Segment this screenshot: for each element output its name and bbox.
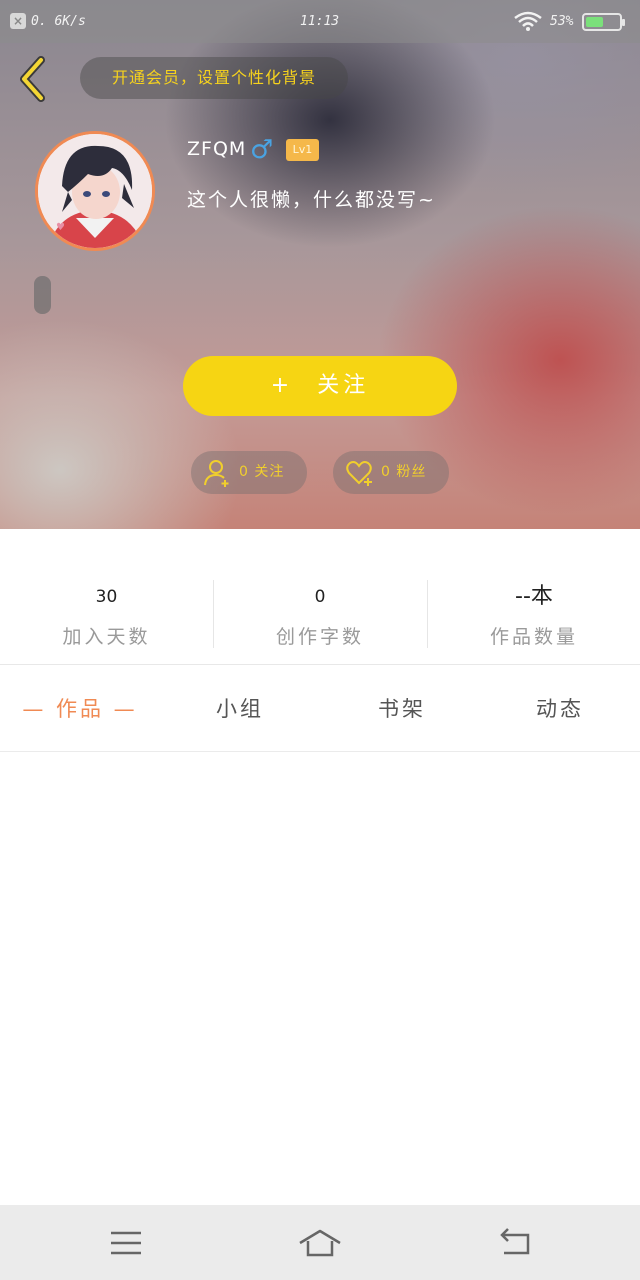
stat-label: 作品数量	[489, 626, 578, 648]
vip-banner-button[interactable]: 开通会员，设置个性化背景	[80, 57, 348, 99]
following-count: 0 关注	[239, 464, 285, 480]
stat-label: 加入天数	[62, 626, 151, 648]
nav-back-button[interactable]	[494, 1225, 538, 1261]
stat-value: 0	[314, 587, 326, 607]
avatar-image: ♥	[38, 134, 152, 248]
wifi-icon	[514, 11, 542, 31]
profile-tabs: — 作品 — 小组 书架 动态	[0, 666, 640, 752]
network-speed: 0. 6K/s	[31, 14, 86, 29]
stat-value: 30	[95, 587, 118, 607]
notification-x-icon: ×	[10, 13, 26, 29]
stat-works-count: --本 作品数量	[427, 580, 640, 648]
menu-icon	[111, 1231, 141, 1255]
status-bar: × 0. 6K/s 11:13 53%	[0, 0, 640, 43]
stat-join-days: 30 加入天数	[0, 580, 213, 648]
fans-count: 0 粉丝	[381, 464, 427, 480]
username: ZFQM	[187, 138, 247, 160]
stats-row: 30 加入天数 0 创作字数 --本 作品数量	[0, 529, 640, 665]
follow-button[interactable]: + 关注	[183, 356, 457, 416]
bio-text: 这个人很懒，什么都没写~	[187, 189, 436, 211]
tab-feed[interactable]: 动态	[500, 666, 620, 752]
chevron-left-icon	[20, 56, 45, 102]
tab-groups[interactable]: 小组	[180, 666, 300, 752]
clock: 11:13	[300, 14, 340, 29]
stat-label: 创作字数	[275, 626, 364, 648]
following-count-button[interactable]: 0 关注	[191, 451, 307, 494]
tab-bookshelf[interactable]: 书架	[342, 666, 462, 752]
nav-home-button[interactable]	[298, 1225, 342, 1261]
heart-plus-icon	[346, 461, 372, 486]
battery-percent: 53%	[550, 14, 574, 29]
system-nav-bar	[0, 1205, 640, 1280]
side-drag-handle[interactable]	[34, 276, 51, 314]
male-gender-icon: ♂	[250, 135, 274, 165]
avatar[interactable]: ♥	[35, 131, 155, 251]
back-button[interactable]	[14, 54, 54, 104]
return-icon	[500, 1228, 530, 1255]
profile-header: × 0. 6K/s 11:13 53% 开通会员，设置个性化背景 ♥ ZFQM …	[0, 0, 640, 529]
fans-count-button[interactable]: 0 粉丝	[333, 451, 449, 494]
follow-button-label: 关注	[317, 373, 370, 398]
stat-value: --本	[515, 584, 553, 609]
svg-text:♥: ♥	[56, 222, 65, 233]
tab-works[interactable]: — 作品 —	[10, 666, 150, 752]
plus-icon: +	[270, 373, 294, 398]
level-badge: Lv1	[286, 139, 319, 161]
battery-icon	[582, 13, 625, 31]
home-icon	[299, 1229, 341, 1257]
battery-fill	[586, 17, 603, 27]
add-user-icon	[204, 460, 229, 487]
nav-menu-button[interactable]	[104, 1225, 148, 1261]
stat-word-count: 0 创作字数	[213, 580, 426, 648]
